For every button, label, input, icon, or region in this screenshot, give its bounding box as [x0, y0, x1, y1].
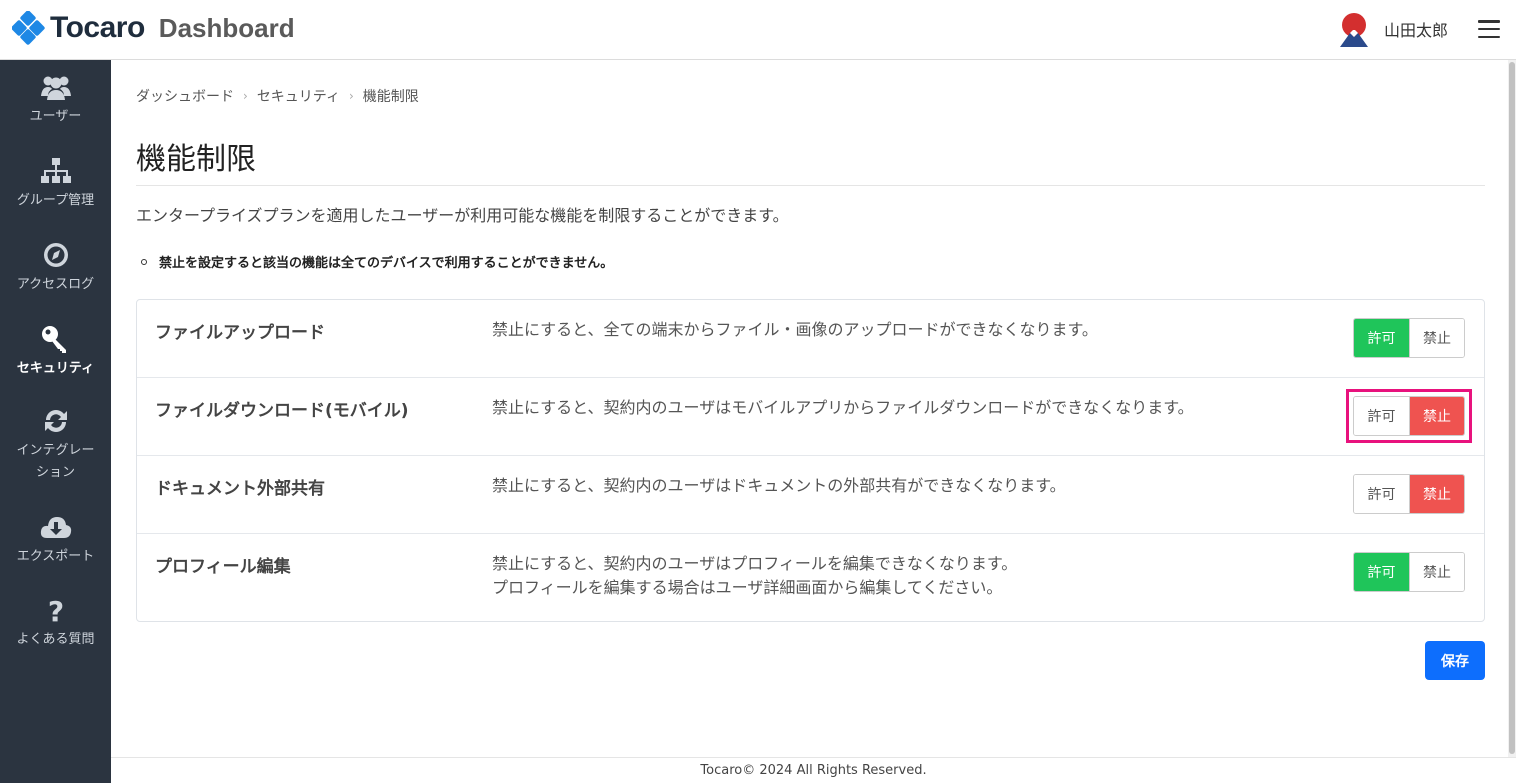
- sidebar-item-label: よくある質問: [16, 632, 95, 647]
- hamburger-menu-icon[interactable]: [1478, 20, 1500, 38]
- compass-icon: [43, 243, 68, 267]
- sidebar: ユーザー グループ管理 アクセスログ セキュリティ インテグレーション エクスポ…: [0, 60, 111, 783]
- allow-button[interactable]: 許可: [1354, 319, 1409, 357]
- breadcrumb-current: 機能制限: [362, 89, 419, 105]
- breadcrumb-security[interactable]: セキュリティ: [257, 86, 340, 106]
- setting-name: ファイルダウンロード(モバイル): [155, 401, 409, 421]
- user-name[interactable]: 山田太郎: [1384, 17, 1448, 41]
- key-icon: [41, 326, 66, 353]
- breadcrumb-dashboard[interactable]: ダッシュボード: [136, 86, 234, 106]
- setting-name: プロフィール編集: [155, 557, 291, 577]
- setting-description: 禁止にすると、契約内のユーザはドキュメントの外部共有ができなくなります。: [492, 476, 1066, 495]
- chevron-right-icon: ›: [243, 89, 248, 103]
- deny-button[interactable]: 禁止: [1408, 319, 1464, 357]
- permission-toggle: 許可 禁止: [1353, 396, 1465, 436]
- sitemap-icon: [40, 158, 71, 183]
- sync-icon: [44, 410, 67, 432]
- deny-button[interactable]: 禁止: [1408, 553, 1464, 591]
- breadcrumb: ダッシュボード › セキュリティ › 機能制限: [136, 86, 419, 106]
- sidebar-item-label: インテグレーション: [16, 443, 95, 480]
- app-name: Dashboard: [158, 12, 295, 43]
- settings-card: ファイルアップロード 禁止にすると、全ての端末からファイル・画像のアップロードが…: [136, 299, 1485, 622]
- main-content: ダッシュボード › セキュリティ › 機能制限 機能制限 エンタープライズプラン…: [111, 60, 1507, 757]
- setting-description-line: プロフィールを編集する場合はユーザ詳細画面から編集してください。: [492, 578, 1003, 597]
- sidebar-item-label: エクスポート: [16, 549, 95, 564]
- cloud-download-icon: [40, 517, 71, 538]
- setting-description-line: 禁止にすると、契約内のユーザはプロフィールを編集できなくなります。: [492, 554, 1018, 573]
- sidebar-item-export[interactable]: エクスポート: [0, 512, 111, 568]
- setting-row-file-upload: ファイルアップロード 禁止にすると、全ての端末からファイル・画像のアップロードが…: [137, 300, 1484, 378]
- notice-text: 禁止を設定すると該当の機能は全てのデバイスで利用することができません。: [159, 256, 614, 271]
- footer: Tocaro© 2024 All Rights Reserved.: [111, 757, 1516, 783]
- sidebar-item-users[interactable]: ユーザー: [0, 72, 111, 128]
- sidebar-item-label: ユーザー: [29, 109, 82, 124]
- sidebar-item-label: グループ管理: [16, 193, 95, 208]
- sidebar-item-label: セキュリティ: [16, 361, 95, 376]
- save-button[interactable]: 保存: [1425, 641, 1485, 680]
- circle-bullet-icon: [141, 258, 147, 265]
- notice: 禁止を設定すると該当の機能は全てのデバイスで利用することができません。: [141, 252, 613, 271]
- permission-toggle: 許可 禁止: [1353, 474, 1465, 514]
- logo-text: Tocaro: [50, 11, 145, 44]
- allow-button[interactable]: 許可: [1354, 475, 1409, 513]
- top-header: Tocaro Dashboard 山田太郎: [0, 0, 1516, 60]
- tocaro-logo-icon: [12, 11, 45, 45]
- chevron-right-icon: ›: [348, 89, 354, 103]
- sidebar-item-groups[interactable]: グループ管理: [0, 156, 111, 212]
- tocaro-logo[interactable]: Tocaro Dashboard: [12, 10, 295, 46]
- setting-description: 禁止にすると、全ての端末からファイル・画像のアップロードができなくなります。: [492, 320, 1098, 339]
- users-icon: [40, 76, 71, 100]
- setting-name: ドキュメント外部共有: [155, 479, 325, 499]
- permission-toggle: 許可 禁止: [1353, 318, 1465, 358]
- setting-name: ファイルアップロード: [155, 323, 325, 343]
- setting-description: 禁止にすると、契約内のユーザはプロフィールを編集できなくなります。 プロフィール…: [492, 552, 1017, 600]
- sidebar-item-access-log[interactable]: アクセスログ: [0, 240, 111, 296]
- page-description: エンタープライズプランを適用したユーザーが利用可能な機能を制限することができます…: [136, 206, 789, 225]
- deny-button[interactable]: 禁止: [1408, 397, 1464, 435]
- deny-button[interactable]: 禁止: [1408, 475, 1464, 513]
- setting-row-document-external-share: ドキュメント外部共有 禁止にすると、契約内のユーザはドキュメントの外部共有ができ…: [137, 456, 1484, 534]
- setting-row-profile-edit: プロフィール編集 禁止にすると、契約内のユーザはプロフィールを編集できなくなりま…: [137, 534, 1484, 621]
- avatar: [1339, 13, 1368, 47]
- permission-toggle: 許可 禁止: [1353, 552, 1465, 592]
- title-divider: [136, 185, 1485, 186]
- sidebar-item-security[interactable]: セキュリティ: [0, 324, 111, 380]
- svg-text:?: ?: [47, 595, 63, 625]
- setting-description: 禁止にすると、契約内のユーザはモバイルアプリからファイルダウンロードができなくな…: [492, 398, 1194, 417]
- page-title: 機能制限: [136, 142, 256, 177]
- sidebar-item-integration[interactable]: インテグレーション: [0, 406, 111, 484]
- sidebar-item-label: アクセスログ: [16, 277, 95, 292]
- question-icon: ?: [47, 595, 63, 625]
- allow-button[interactable]: 許可: [1354, 397, 1409, 435]
- vertical-scrollbar[interactable]: [1508, 60, 1516, 757]
- allow-button[interactable]: 許可: [1354, 553, 1409, 591]
- scrollbar-thumb[interactable]: [1509, 62, 1515, 754]
- user-menu[interactable]: 山田太郎: [1338, 10, 1500, 48]
- setting-row-file-download-mobile: ファイルダウンロード(モバイル) 禁止にすると、契約内のユーザはモバイルアプリか…: [137, 378, 1484, 456]
- sidebar-item-faq[interactable]: ? よくある質問: [0, 595, 111, 651]
